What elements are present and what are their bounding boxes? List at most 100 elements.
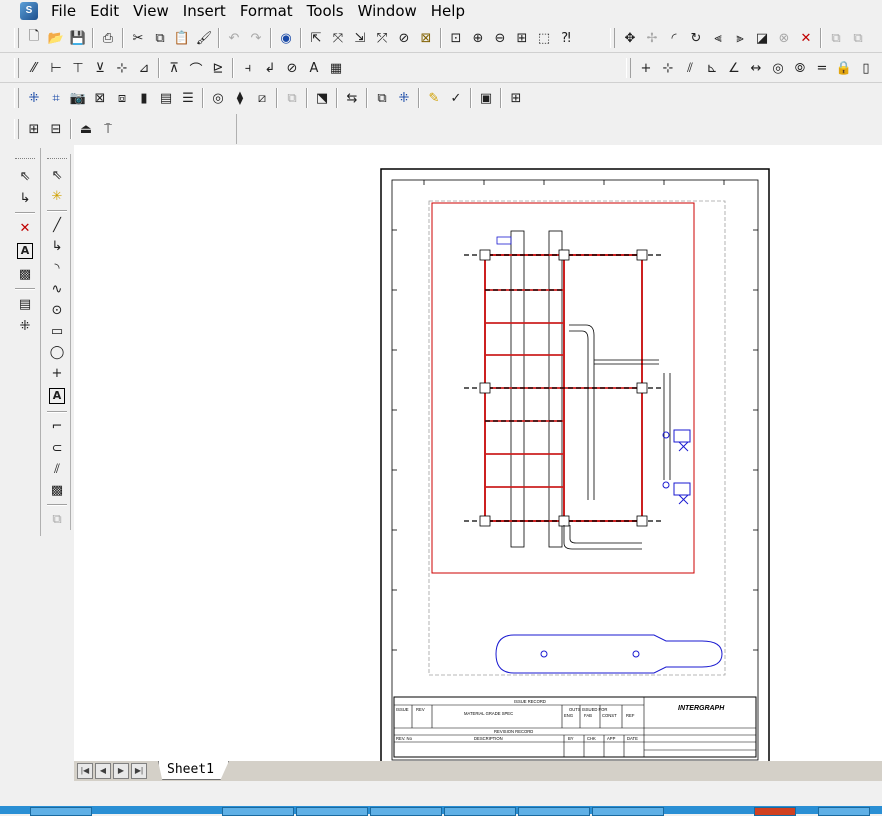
image-frame-icon[interactable]: ▣ (475, 87, 497, 109)
dim-coordinate-icon[interactable]: ⊹ (111, 57, 133, 79)
line-tool-icon[interactable]: ╱ (46, 215, 68, 236)
prev-sheet-button[interactable]: ◀ (95, 763, 111, 779)
table-tool-icon[interactable]: ▤ (14, 293, 36, 315)
ellipse-tool-icon[interactable]: ◯ (46, 342, 68, 363)
redo-icon[interactable]: ↷ (245, 27, 267, 49)
text-frame-icon[interactable]: A (303, 57, 325, 79)
dim-stack-icon[interactable]: ⊼ (163, 57, 185, 79)
toolbar-grip[interactable] (626, 58, 631, 78)
text-tool-icon[interactable]: A (17, 243, 33, 259)
frame-icon[interactable]: ⧄ (251, 87, 273, 109)
fill-icon[interactable]: ◪ (751, 27, 773, 49)
dim-chain-icon[interactable]: ⊿ (133, 57, 155, 79)
taskbar-item[interactable] (518, 807, 590, 816)
stamp-icon[interactable]: ⍑ (97, 118, 119, 140)
first-sheet-button[interactable]: |◀ (77, 763, 93, 779)
toolbar-grip[interactable] (14, 88, 19, 108)
open-icon[interactable]: 📂 (45, 27, 67, 49)
pattern-tool-icon[interactable]: ⁜ (14, 315, 36, 337)
rotate-icon[interactable]: ⊘ (393, 27, 415, 49)
drawing-canvas[interactable]: ISSUE RECORD ISSUE REV MATERIAL GRADE SP… (74, 145, 882, 761)
dim-horizontal-icon[interactable]: ⊢ (45, 57, 67, 79)
compare-icon[interactable]: ⧉ (281, 87, 303, 109)
sheet-setup-icon[interactable]: ⊞ (23, 118, 45, 140)
select-tool-icon[interactable]: ⇖ (14, 165, 36, 187)
rigid-set-icon[interactable]: ▯ (855, 57, 877, 79)
dim-arc-icon[interactable]: ⌒ (185, 57, 207, 79)
place-icon[interactable]: ⏏ (75, 118, 97, 140)
ungroup-icon[interactable]: ⧉ (847, 27, 869, 49)
snapshot-icon[interactable]: ⊠ (89, 87, 111, 109)
parallel-icon[interactable]: ⫽ (679, 57, 701, 79)
save-icon[interactable]: 💾 (67, 27, 89, 49)
select-tool-icon[interactable]: ⇖ (46, 165, 68, 186)
equal-icon[interactable]: = (811, 57, 833, 79)
last-sheet-button[interactable]: ▶| (131, 763, 147, 779)
zoom-in-icon[interactable]: ⊕ (467, 27, 489, 49)
lock-icon[interactable]: 🔒 (833, 57, 855, 79)
target-icon[interactable]: ◎ (207, 87, 229, 109)
dim-linear-icon[interactable]: ⁄⁄ (23, 57, 45, 79)
connect-tool-icon[interactable]: ↳ (14, 187, 36, 209)
balloon-icon[interactable]: ⊘ (281, 57, 303, 79)
delete-tool-icon[interactable]: ✕ (14, 217, 36, 239)
relate-icon[interactable]: ⇲ (349, 27, 371, 49)
format-painter-icon[interactable]: 🖌 (193, 27, 215, 49)
dim-offset-icon[interactable]: ⫞ (237, 57, 259, 79)
cross-hatch-icon[interactable]: ⊗ (773, 27, 795, 49)
menu-edit[interactable]: Edit (83, 0, 126, 22)
text-box-icon[interactable]: A (49, 388, 65, 405)
taskbar-item[interactable] (370, 807, 442, 816)
variable-icon[interactable]: ⧈ (111, 87, 133, 109)
next-sheet-button[interactable]: ▶ (113, 763, 129, 779)
report-icon[interactable]: ▤ (155, 87, 177, 109)
connect-icon[interactable]: + (635, 57, 657, 79)
undo-icon[interactable]: ↶ (223, 27, 245, 49)
arc-tool-icon[interactable]: ◝ (46, 257, 68, 278)
dim-radial-icon[interactable]: ⊵ (207, 57, 229, 79)
highlight-icon[interactable]: ✎ (423, 87, 445, 109)
rectangle-tool-icon[interactable]: ▭ (46, 321, 68, 342)
mirror-icon[interactable]: ⫷ (707, 27, 729, 49)
polyline-tool-icon[interactable]: ↳ (46, 236, 68, 257)
cut-icon[interactable]: ✂ (127, 27, 149, 49)
menu-view[interactable]: View (126, 0, 176, 22)
book-icon[interactable]: ▮ (133, 87, 155, 109)
concentric-icon[interactable]: ◎ (767, 57, 789, 79)
symbol-icon[interactable]: ⌗ (45, 87, 67, 109)
pan-view-icon[interactable]: ⬚ (533, 27, 555, 49)
group-icon[interactable]: ⧉ (825, 27, 847, 49)
menu-tools[interactable]: Tools (300, 0, 351, 22)
help-icon[interactable]: ⁈ (555, 27, 577, 49)
menu-window[interactable]: Window (351, 0, 424, 22)
smart-select-icon[interactable]: ✳ (46, 186, 68, 207)
select-icon[interactable]: ⇱ (305, 27, 327, 49)
fit-icon[interactable]: ⊞ (511, 27, 533, 49)
hatch-tool-icon[interactable]: ▩ (46, 480, 68, 501)
trim-tool-icon[interactable]: ⌐ (46, 416, 68, 437)
arrow-box-icon[interactable]: ⬔ (311, 87, 333, 109)
dim-vertical-icon[interactable]: ⊤ (67, 57, 89, 79)
camera-icon[interactable]: 📷 (67, 87, 89, 109)
grid-icon[interactable]: ⊞ (505, 87, 527, 109)
collinear-icon[interactable]: ↔ (745, 57, 767, 79)
spin-icon[interactable]: ↻ (685, 27, 707, 49)
point-tool-icon[interactable]: + (46, 363, 68, 384)
offset-tool-icon[interactable]: ⊂ (46, 438, 68, 459)
toolbar-grip[interactable] (14, 28, 19, 48)
circle-tool-icon[interactable]: ⊙ (46, 300, 68, 321)
cursor-x-icon[interactable]: ⤧ (327, 27, 349, 49)
taskbar-item[interactable] (222, 807, 294, 816)
tab-sheet1[interactable]: Sheet1 (158, 761, 229, 780)
new-icon[interactable]: 🗋 (23, 27, 45, 49)
sphere-icon[interactable]: ◉ (275, 27, 297, 49)
list-icon[interactable]: ☰ (177, 87, 199, 109)
fillet-icon[interactable]: ◜ (663, 27, 685, 49)
pan-icon[interactable]: ⊠ (415, 27, 437, 49)
point-on-icon[interactable]: ⊹ (657, 57, 679, 79)
extend-tool-icon[interactable]: ⫽ (46, 459, 68, 480)
tangent-icon[interactable]: ∠ (723, 57, 745, 79)
menu-insert[interactable]: Insert (176, 0, 233, 22)
move-cross-icon[interactable]: ✥ (619, 27, 641, 49)
taskbar-item[interactable] (754, 807, 796, 816)
